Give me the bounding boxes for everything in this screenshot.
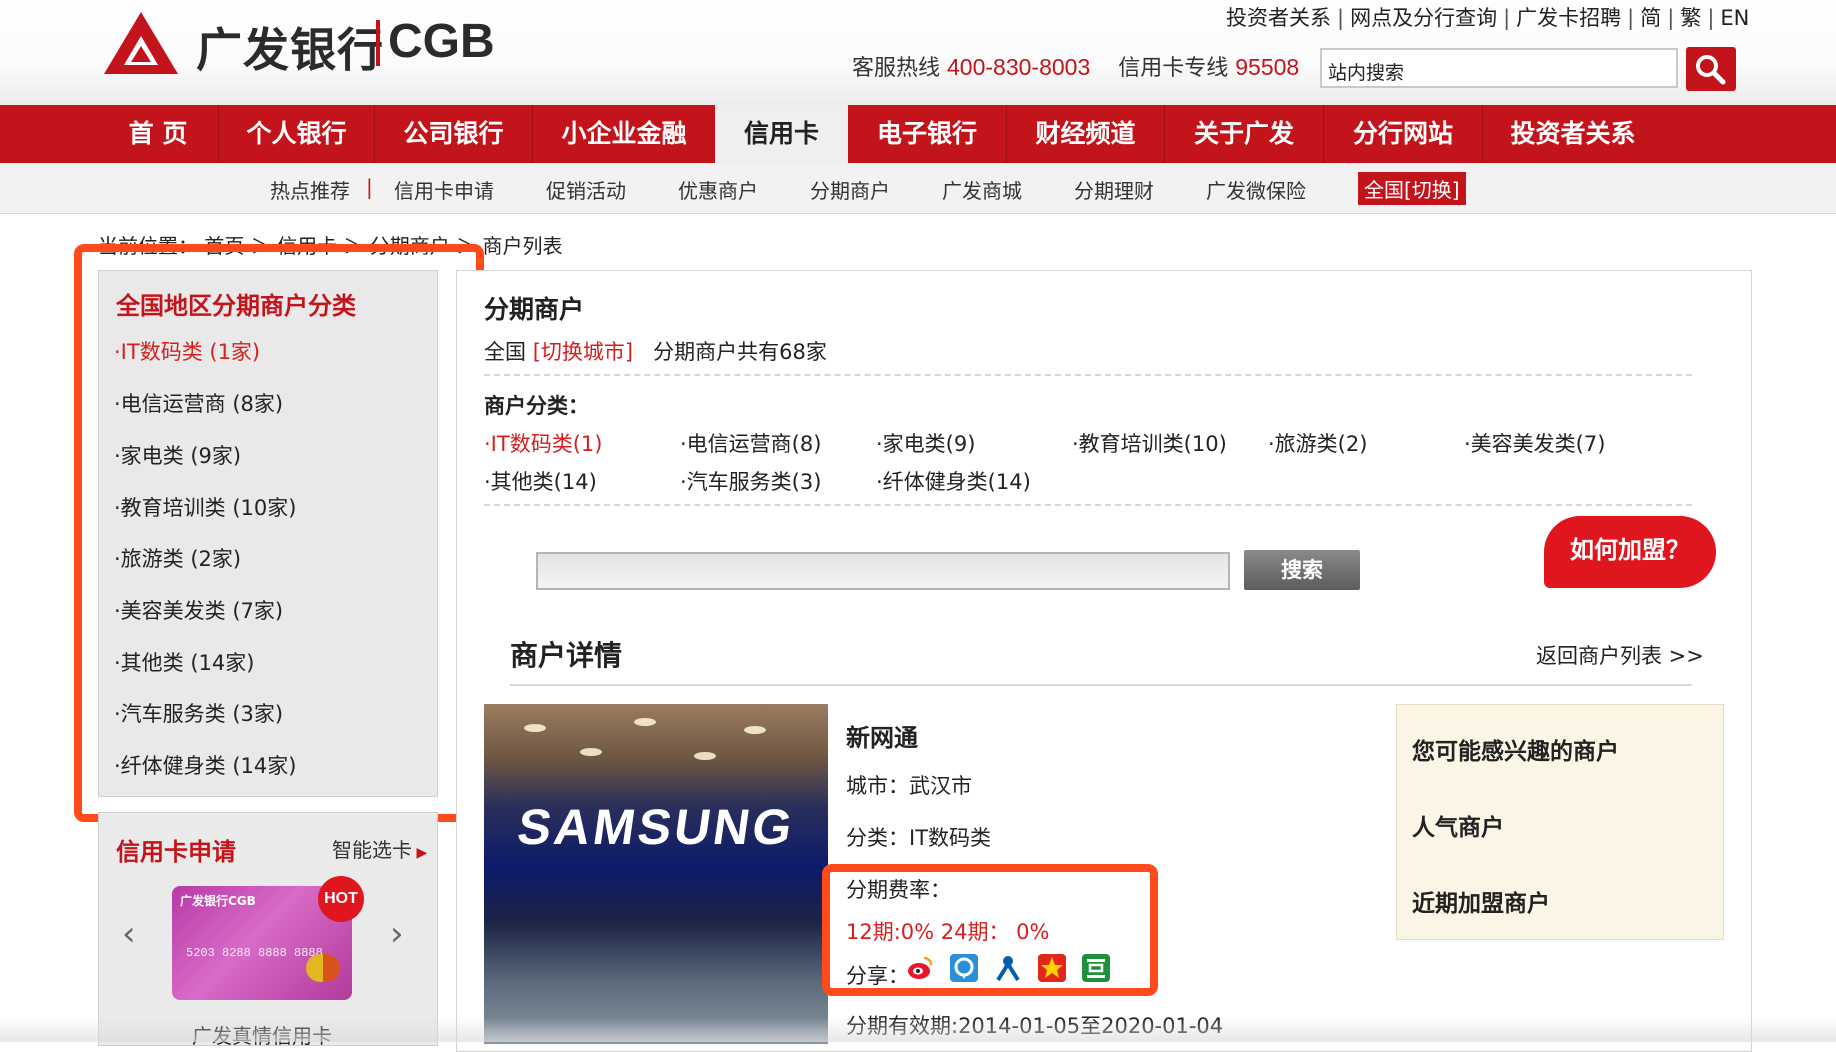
dashed-divider [484, 374, 1692, 376]
filter-telecom[interactable]: ·电信运营商(8) [680, 428, 821, 458]
merchant-name: 新网通 [846, 724, 918, 752]
merchant-category: 分类：IT数码类 [846, 826, 992, 850]
merchant-count: 分期商户共有68家 [653, 340, 827, 364]
logo-divider [376, 20, 380, 66]
ceiling-light [524, 724, 546, 732]
filter-education[interactable]: ·教育培训类(10) [1072, 428, 1227, 458]
subnav-divider: | [366, 175, 373, 199]
region-line: 全国 [切换城市] 分期商户共有68家 [484, 336, 827, 366]
card-number: 5203 8288 8888 8888 [186, 946, 323, 960]
hotline-number: 400-830-8003 [947, 54, 1091, 80]
top-link-recruit[interactable]: 广发卡招聘 [1516, 6, 1621, 30]
subnav-mall[interactable]: 广发商城 [942, 175, 1022, 204]
nav-about[interactable]: 关于广发 [1165, 105, 1323, 163]
ceiling-light [744, 726, 766, 734]
mastercard-logo-icon [306, 954, 340, 982]
smart-select-link[interactable]: 智能选卡 ▶ [332, 834, 427, 863]
nav-finance[interactable]: 财经频道 [1007, 105, 1164, 163]
hot-badge: HOT [318, 876, 364, 922]
site-search-button[interactable] [1686, 47, 1736, 91]
nav-home[interactable]: 首 页 [98, 105, 218, 163]
site-search-input[interactable]: 站内搜索 [1320, 48, 1678, 88]
top-link-branch[interactable]: 网点及分行查询 [1350, 6, 1497, 30]
nav-branch[interactable]: 分行网站 [1324, 105, 1482, 163]
search-icon [1696, 55, 1726, 85]
top-link-english[interactable]: EN [1720, 6, 1749, 30]
credit-card-title: 信用卡申请 [116, 838, 236, 866]
cc-line-number: 95508 [1235, 54, 1300, 80]
subnav-insurance[interactable]: 广发微保险 [1206, 175, 1306, 204]
subnav-discount[interactable]: 优惠商户 [678, 175, 758, 204]
logo-cgb: CGB [388, 15, 495, 68]
annotation-box-rate [822, 864, 1158, 996]
subnav-apply[interactable]: 信用卡申请 [394, 175, 494, 204]
filter-appliance[interactable]: ·家电类(9) [876, 428, 975, 458]
switch-city-link[interactable]: [切换城市] [533, 340, 633, 364]
subnav-installment[interactable]: 分期商户 [810, 175, 890, 204]
samsung-sign: SAMSUNG [514, 799, 799, 855]
bottom-fade [0, 1018, 1836, 1042]
recent-merchants-link[interactable]: 近期加盟商户 [1412, 884, 1550, 918]
subnav-wealth[interactable]: 分期理财 [1074, 175, 1154, 204]
merchant-search-button[interactable]: 搜索 [1244, 550, 1360, 590]
subnav-hot[interactable]: 热点推荐 [270, 175, 350, 204]
merchant-photo: SAMSUNG [484, 704, 828, 1044]
nav-ebank[interactable]: 电子银行 [848, 105, 1006, 163]
annotation-box-categories [74, 244, 484, 822]
detail-divider [510, 684, 1692, 686]
merchant-search-input[interactable] [536, 552, 1230, 590]
chevron-left-icon[interactable]: ‹ [122, 914, 136, 954]
subnav-switch-region[interactable]: 全国[切换] [1358, 172, 1466, 205]
smart-select-label: 智能选卡 [332, 838, 412, 862]
region-name: 全国 [484, 340, 526, 364]
cc-line-label: 信用卡专线 [1118, 56, 1229, 81]
filter-travel[interactable]: ·旅游类(2) [1268, 428, 1367, 458]
ceiling-light [580, 748, 602, 756]
chevron-right-icon[interactable]: › [390, 914, 404, 954]
category-label: 商户分类： [484, 394, 589, 418]
main-title: 分期商户 [484, 295, 585, 324]
how-to-join-button[interactable]: 如何加盟？ [1544, 516, 1716, 588]
ceiling-light [694, 752, 716, 760]
filter-fitness[interactable]: ·纤体健身类(14) [876, 466, 1031, 496]
nav-credit-card[interactable]: 信用卡 [715, 105, 848, 163]
dashed-divider [484, 504, 1692, 506]
popular-merchants-link[interactable]: 人气商户 [1412, 808, 1504, 842]
subnav-promo[interactable]: 促销活动 [546, 175, 626, 204]
top-link-simplified[interactable]: 简 [1640, 6, 1661, 30]
back-to-list-link[interactable]: 返回商户列表 >> [1536, 640, 1704, 670]
merchant-city: 城市：武汉市 [846, 774, 972, 798]
nav-small-business[interactable]: 小企业金融 [533, 105, 715, 163]
detail-title: 商户详情 [510, 639, 623, 672]
hotline-info: 客服热线 400-830-8003 信用卡专线 95508 [852, 50, 1299, 82]
hotline-label: 客服热线 [852, 56, 941, 81]
filter-it[interactable]: ·IT数码类(1) [484, 428, 602, 458]
recommend-interest-link[interactable]: 您可能感兴趣的商户 [1412, 732, 1619, 766]
nav-corporate[interactable]: 公司银行 [375, 105, 532, 163]
filter-auto[interactable]: ·汽车服务类(3) [680, 466, 821, 496]
nav-investor[interactable]: 投资者关系 [1483, 105, 1663, 163]
ceiling-light [634, 718, 656, 726]
filter-beauty[interactable]: ·美容美发类(7) [1464, 428, 1605, 458]
top-link-traditional[interactable]: 繁 [1680, 6, 1701, 30]
top-link-investor[interactable]: 投资者关系 [1226, 6, 1331, 30]
triangle-right-icon: ▶ [412, 845, 428, 861]
cgb-logo-icon[interactable] [102, 10, 180, 76]
card-bank-label: 广发银行CGB [180, 894, 256, 908]
nav-personal[interactable]: 个人银行 [219, 105, 374, 163]
logo-text: 广发银行 [196, 23, 384, 77]
filter-other[interactable]: ·其他类(14) [484, 466, 597, 496]
top-links: 投资者关系 | 网点及分行查询 | 广发卡招聘 | 简 | 繁 | EN [1226, 6, 1750, 30]
